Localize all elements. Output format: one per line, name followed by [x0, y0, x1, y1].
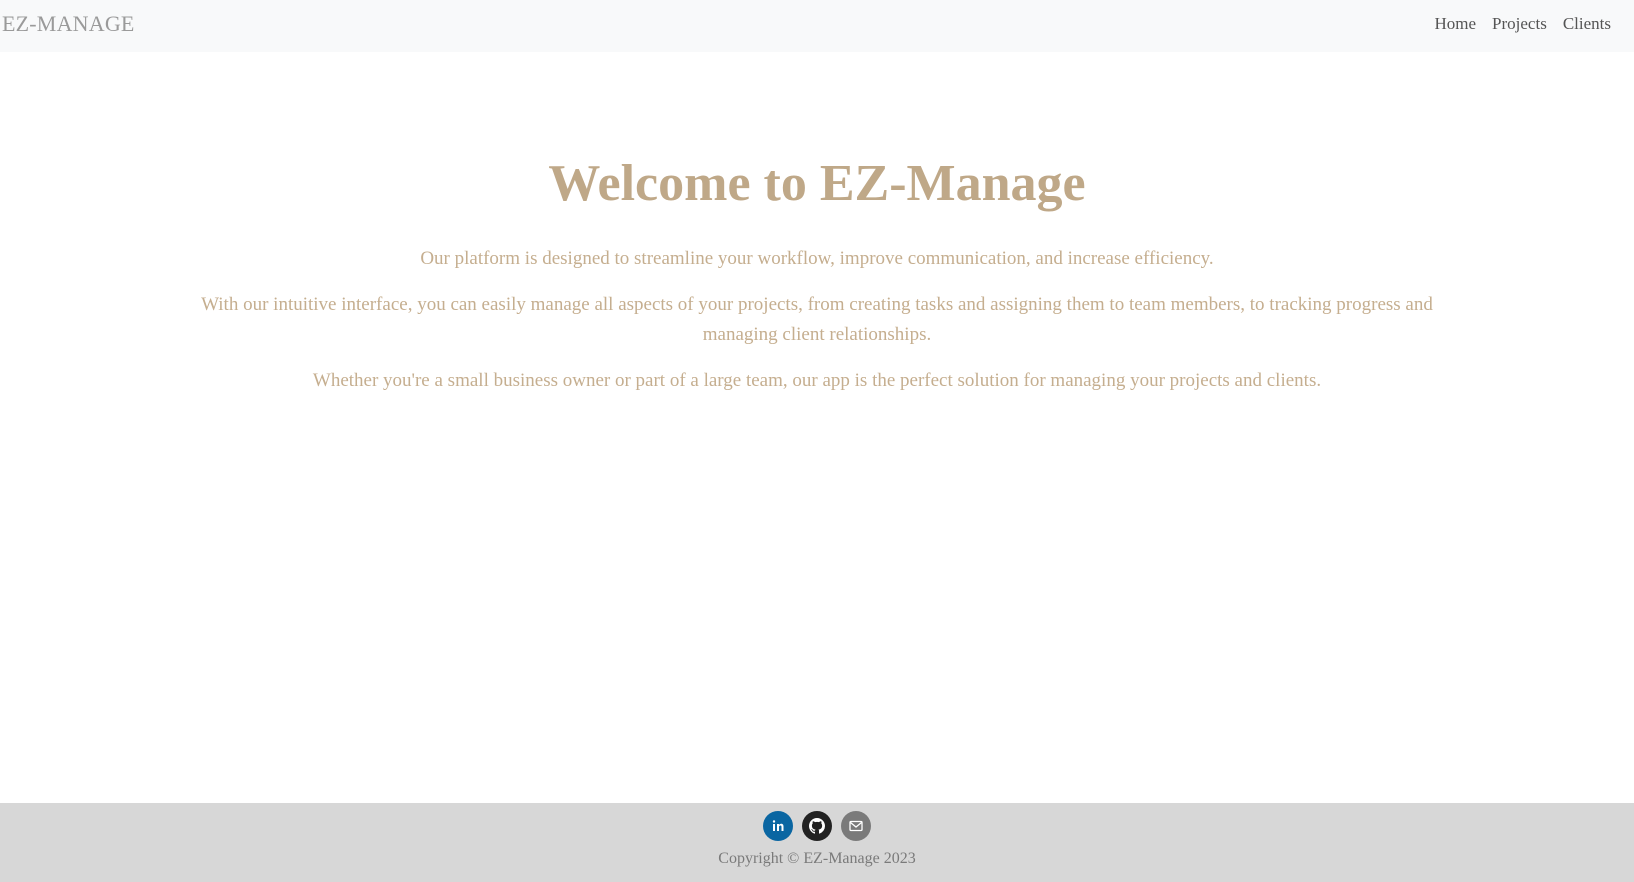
nav-links: Home Projects Clients: [1427, 14, 1620, 34]
hero-title: Welcome to EZ-Manage: [548, 155, 1086, 212]
hero-paragraph-1: Our platform is designed to streamline y…: [420, 248, 1214, 269]
copyright-text: Copyright © EZ-Manage 2023: [718, 850, 916, 867]
hero-section: Welcome to EZ-Manage Our platform is des…: [0, 150, 1634, 396]
hero-paragraph-2: With our intuitive interface, you can ea…: [201, 294, 1433, 345]
linkedin-icon[interactable]: [763, 811, 793, 841]
github-icon[interactable]: [802, 811, 832, 841]
email-icon[interactable]: [841, 811, 871, 841]
nav-link-clients[interactable]: Clients: [1555, 14, 1619, 34]
nav-link-projects[interactable]: Projects: [1484, 14, 1555, 34]
brand-link[interactable]: EZ-MANAGE: [2, 11, 135, 37]
footer: Copyright © EZ-Manage 2023: [0, 803, 1634, 882]
hero-paragraph-3: Whether you're a small business owner or…: [312, 370, 1322, 391]
nav-link-home[interactable]: Home: [1427, 14, 1485, 34]
social-links: [0, 811, 1634, 841]
navbar: EZ-MANAGE Home Projects Clients: [0, 0, 1634, 52]
